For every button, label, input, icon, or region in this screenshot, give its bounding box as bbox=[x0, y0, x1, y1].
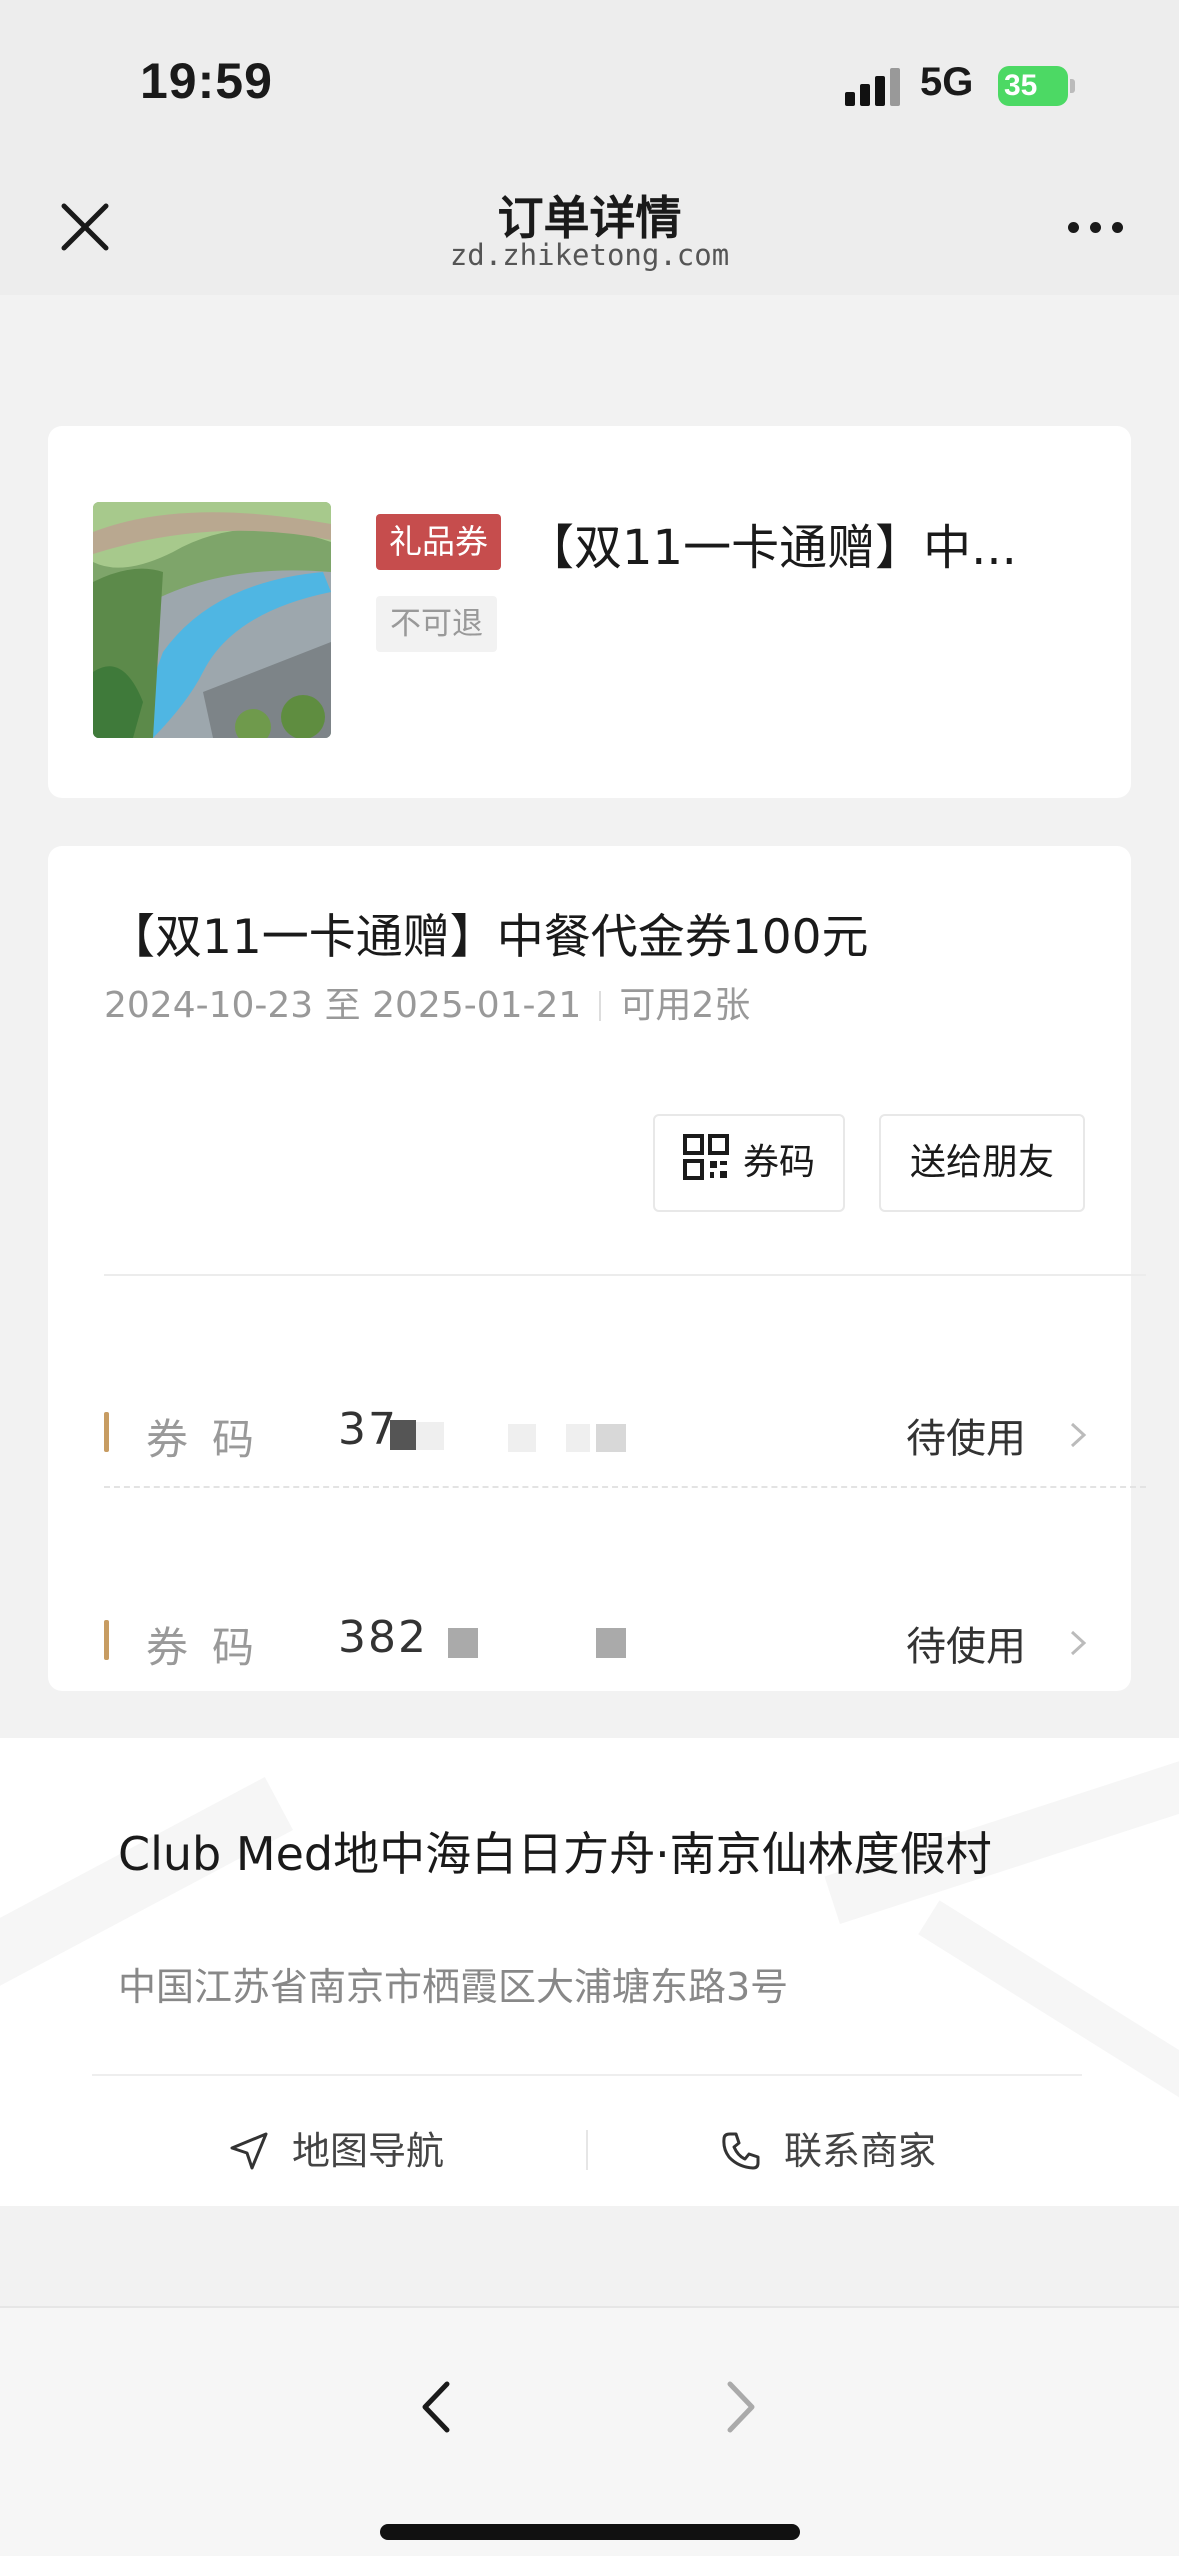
code-status: 待使用 bbox=[906, 1416, 1026, 1462]
voucher-validity: 2024-10-23 至 2025-01-21 bbox=[104, 985, 582, 1026]
signal-icon bbox=[845, 66, 901, 106]
code-label: 券码 bbox=[146, 1623, 279, 1672]
voucher-code-row[interactable]: 券码 37 待使用 bbox=[48, 1382, 1131, 1482]
redaction-block bbox=[596, 1424, 626, 1452]
voucher-title: 【双11一卡通赠】中餐代金券100元 bbox=[108, 910, 869, 965]
code-status: 待使用 bbox=[906, 1624, 1026, 1670]
status-time: 19:59 bbox=[140, 53, 273, 109]
merchant-section: Club Med地中海白日方舟·南京仙林度假村 中国江苏省南京市栖霞区大浦塘东路… bbox=[0, 1738, 1179, 2206]
navigation-arrow-icon bbox=[230, 2132, 268, 2170]
show-code-label: 券码 bbox=[742, 1142, 815, 1183]
gift-to-friend-button[interactable]: 送给朋友 bbox=[879, 1114, 1085, 1212]
chevron-left-icon bbox=[422, 2381, 450, 2433]
qr-code-icon bbox=[682, 1134, 729, 1180]
code-label: 券码 bbox=[146, 1415, 279, 1464]
chevron-right-icon bbox=[1070, 1630, 1087, 1656]
contact-merchant-button[interactable]: 联系商家 bbox=[720, 2120, 936, 2175]
redaction-block bbox=[566, 1424, 590, 1452]
action-separator bbox=[586, 2130, 588, 2170]
browser-toolbar bbox=[0, 2306, 1179, 2556]
more-button[interactable] bbox=[1060, 202, 1130, 252]
voucher-card: 【双11一卡通赠】中餐代金券100元 2024-10-23 至 2025-01-… bbox=[48, 846, 1146, 1691]
back-button[interactable] bbox=[405, 2372, 465, 2442]
product-image bbox=[93, 502, 331, 738]
merchant-address: 中国江苏省南京市栖霞区大浦塘东路3号 bbox=[118, 1965, 789, 2009]
redaction-block bbox=[416, 1422, 444, 1450]
dashed-divider bbox=[104, 1486, 1146, 1488]
redaction-block bbox=[508, 1424, 536, 1452]
code-value: 37 bbox=[338, 1404, 398, 1455]
network-type: 5G bbox=[920, 60, 974, 104]
map-navigation-button[interactable]: 地图导航 bbox=[228, 2120, 444, 2175]
chevron-right-icon bbox=[1070, 1422, 1087, 1448]
home-indicator[interactable] bbox=[380, 2524, 800, 2540]
voucher-available: 可用2张 bbox=[619, 985, 751, 1026]
redaction-block bbox=[448, 1628, 478, 1658]
forward-button[interactable] bbox=[712, 2372, 772, 2442]
row-marker bbox=[104, 1412, 109, 1452]
nav-bar: 订单详情 zd.zhiketong.com bbox=[0, 170, 1179, 295]
contact-merchant-label: 联系商家 bbox=[784, 2129, 937, 2173]
show-code-button[interactable]: 券码 bbox=[653, 1114, 845, 1212]
battery-icon: 35 bbox=[998, 66, 1076, 106]
page-url: zd.zhiketong.com bbox=[449, 238, 730, 272]
product-name: 【双11一卡通赠】中... bbox=[526, 520, 1017, 576]
divider bbox=[92, 2074, 1082, 2076]
redaction-block bbox=[390, 1420, 416, 1450]
voucher-code-row[interactable]: 券码 382 待使用 bbox=[48, 1590, 1131, 1690]
redaction-block bbox=[596, 1628, 626, 1658]
no-refund-tag: 不可退 bbox=[376, 596, 497, 652]
row-marker bbox=[104, 1620, 109, 1660]
chevron-right-icon bbox=[727, 2381, 755, 2433]
code-value: 382 bbox=[338, 1612, 428, 1663]
battery-level: 35 bbox=[998, 66, 1068, 106]
phone-icon bbox=[722, 2132, 760, 2170]
status-bar: 19:59 5G 35 bbox=[0, 0, 1179, 170]
map-navigation-label: 地图导航 bbox=[292, 2129, 445, 2173]
divider bbox=[104, 1274, 1146, 1276]
merchant-name: Club Med地中海白日方舟·南京仙林度假村 bbox=[118, 1827, 992, 1881]
product-card[interactable]: 礼品券 【双11一卡通赠】中... 不可退 bbox=[48, 426, 1131, 798]
gift-voucher-tag: 礼品券 bbox=[376, 514, 501, 570]
voucher-meta: 2024-10-23 至 2025-01-21 可用2张 bbox=[104, 976, 750, 1028]
